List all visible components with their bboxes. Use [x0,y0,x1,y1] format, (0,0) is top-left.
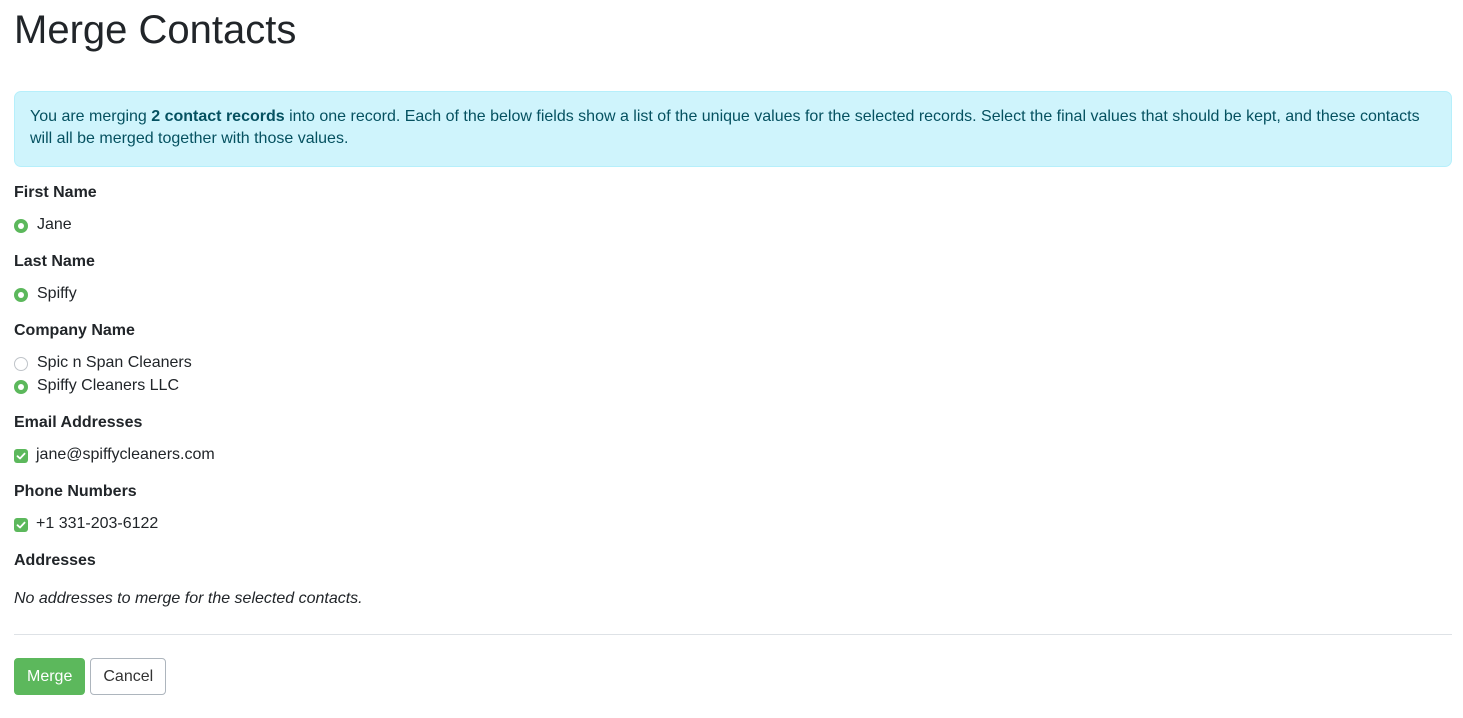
checkbox[interactable] [14,449,28,463]
divider [14,634,1452,635]
option-label: Spic n Span Cleaners [37,353,192,371]
field-last-name: Last Name Spiffy [14,252,1452,305]
alert-text-prefix: You are merging [30,108,152,125]
company-name-option-0[interactable]: Spic n Span Cleaners [14,351,1452,374]
form-actions: Merge Cancel [14,658,1452,695]
checkbox[interactable] [14,518,28,532]
page-title: Merge Contacts [14,8,297,52]
check-icon [16,521,26,529]
radio-button[interactable] [14,357,28,371]
email-option-0[interactable]: jane@spiffycleaners.com [14,443,1452,466]
addresses-empty-message: No addresses to merge for the selected c… [14,590,363,607]
cancel-button[interactable]: Cancel [90,658,167,695]
option-label: Jane [37,215,72,233]
info-alert: You are merging 2 contact records into o… [14,91,1452,167]
phone-option-0[interactable]: +1 331-203-6122 [14,512,1452,535]
radio-button[interactable] [14,288,28,302]
radio-button[interactable] [14,219,28,233]
last-name-option-0[interactable]: Spiffy [14,282,1452,305]
field-phone-numbers: Phone Numbers +1 331-203-6122 [14,482,1452,535]
field-company-name: Company Name Spic n Span Cleaners Spiffy… [14,321,1452,397]
field-label-addresses: Addresses [14,552,96,569]
check-icon [16,452,26,460]
option-label: Spiffy Cleaners LLC [37,376,179,394]
field-label-company-name: Company Name [14,322,135,339]
radio-button[interactable] [14,380,28,394]
field-addresses: Addresses No addresses to merge for the … [14,551,1452,609]
field-first-name: First Name Jane [14,183,1452,236]
field-email-addresses: Email Addresses jane@spiffycleaners.com [14,413,1452,466]
option-label: +1 331-203-6122 [36,514,159,532]
merge-button[interactable]: Merge [14,658,86,695]
field-label-email-addresses: Email Addresses [14,414,143,431]
field-label-phone-numbers: Phone Numbers [14,483,137,500]
company-name-option-1[interactable]: Spiffy Cleaners LLC [14,374,1452,397]
field-label-last-name: Last Name [14,253,95,270]
merge-contacts-page: Merge Contacts You are merging 2 contact… [0,0,1463,718]
field-label-first-name: First Name [14,184,97,201]
option-label: jane@spiffycleaners.com [36,445,215,463]
first-name-option-0[interactable]: Jane [14,213,1452,236]
option-label: Spiffy [37,284,77,302]
alert-text-count: 2 contact records [151,108,285,125]
